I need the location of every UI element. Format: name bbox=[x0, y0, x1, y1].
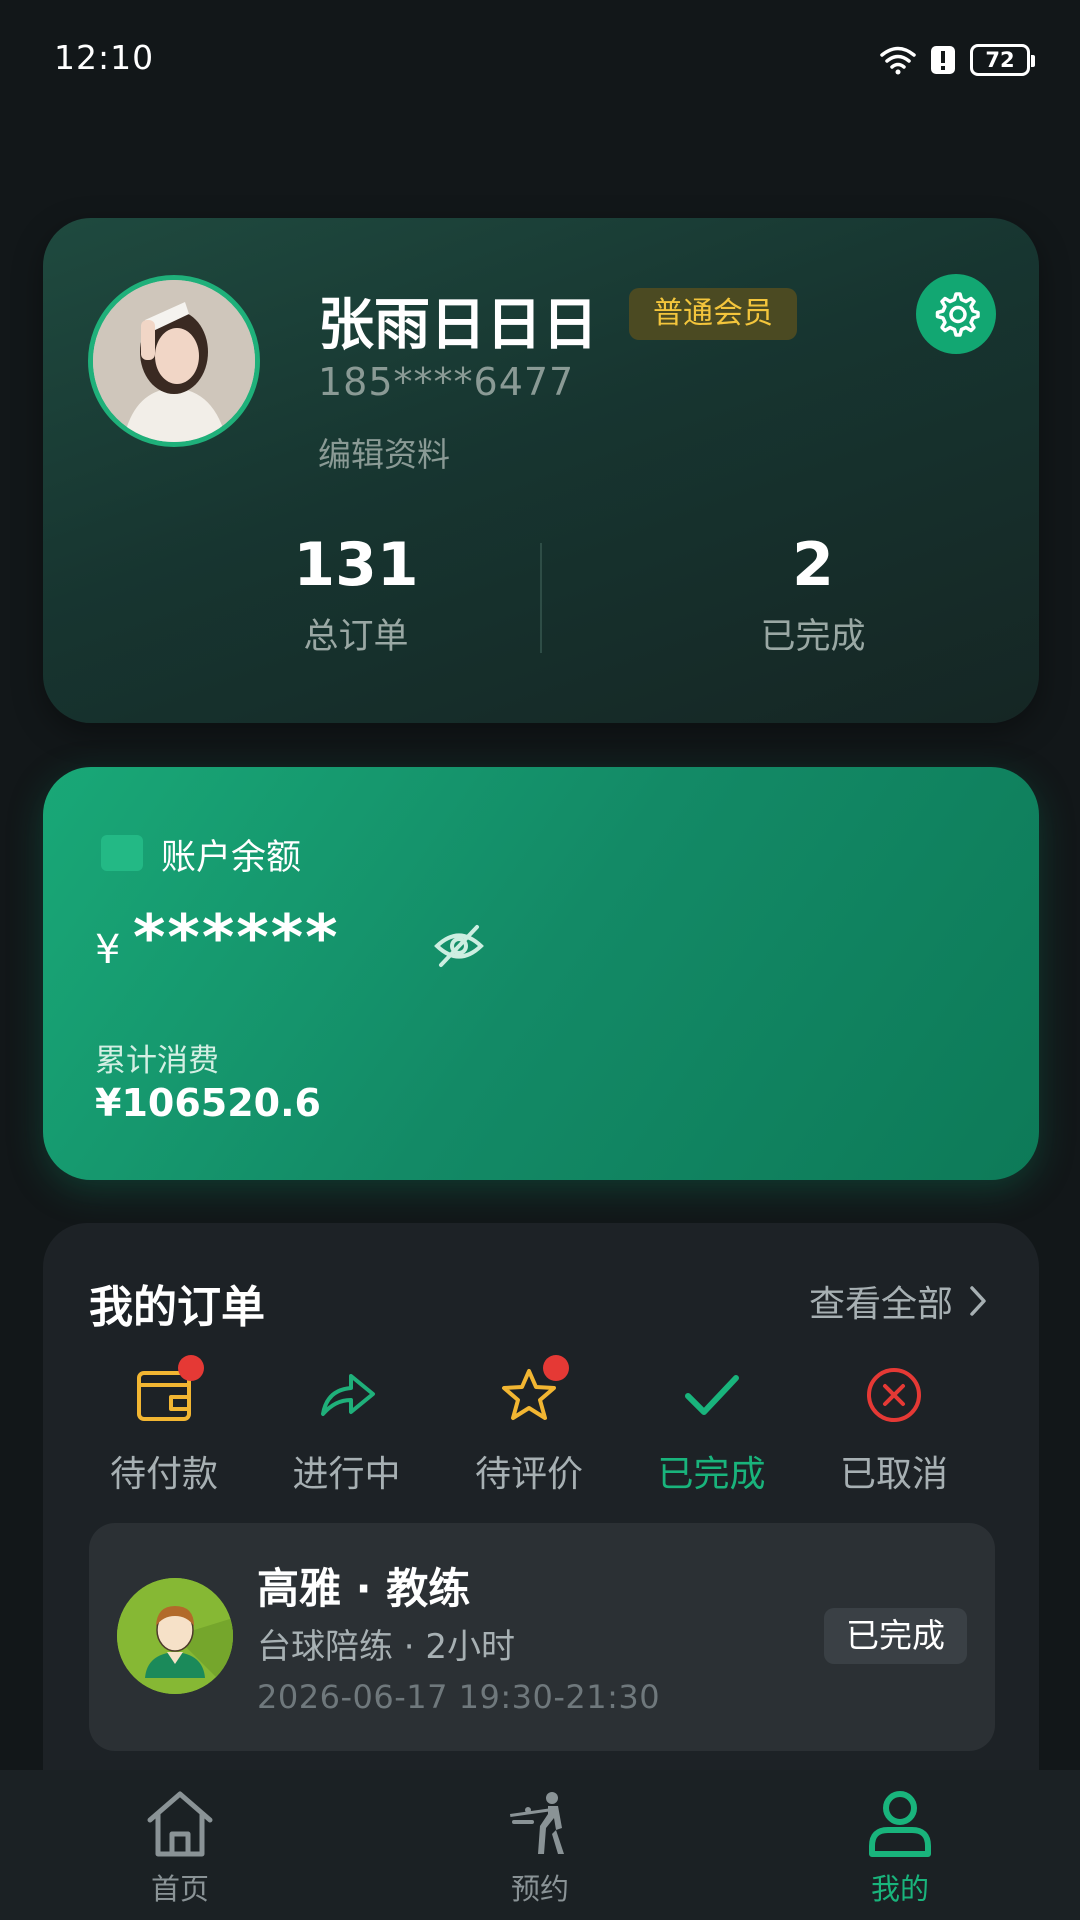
stat-value: 2 bbox=[792, 530, 834, 600]
status-icons: 72 bbox=[880, 40, 1035, 80]
coach-name: 高雅 · 教练 bbox=[257, 1564, 471, 1613]
spend-value: ¥106520.6 bbox=[95, 1081, 321, 1125]
nav-item-home[interactable]: 首页 bbox=[0, 1770, 360, 1920]
tab-label: 待评价 bbox=[474, 1454, 583, 1495]
alert-icon bbox=[930, 45, 956, 75]
profile-screen: 12:10 72 张雨日日日 普通会员 185****6477 编辑资料 131… bbox=[0, 0, 1080, 1920]
wallet-icon bbox=[101, 835, 143, 871]
nav-label: 首页 bbox=[150, 1872, 209, 1906]
member-badge: 普通会员 bbox=[629, 288, 797, 340]
tab-label: 已完成 bbox=[657, 1454, 766, 1495]
status-bar: 12:10 72 bbox=[0, 0, 1080, 118]
user-phone: 185****6477 bbox=[318, 360, 575, 404]
currency-symbol: ¥ bbox=[95, 927, 121, 973]
nav-label: 我的 bbox=[870, 1872, 929, 1906]
wallet-icon bbox=[132, 1355, 204, 1427]
order-item[interactable]: 高雅 · 教练 台球陪练 · 2小时 2026-06-17 19:30-21:3… bbox=[89, 1523, 995, 1751]
balance-label: 账户余额 bbox=[161, 838, 302, 878]
user-name: 张雨日日日 bbox=[318, 293, 598, 358]
order-status-badge: 已完成 bbox=[824, 1608, 967, 1664]
user-icon bbox=[869, 1791, 931, 1857]
status-time: 12:10 bbox=[54, 38, 155, 77]
battery-level: 72 bbox=[985, 48, 1015, 72]
stat-value: 131 bbox=[293, 530, 419, 600]
nav-label: 预约 bbox=[510, 1872, 569, 1906]
coach-avatar bbox=[117, 1578, 233, 1694]
nav-item-booking[interactable]: 预约 bbox=[360, 1770, 720, 1920]
balance-masked-value: ****** bbox=[133, 901, 340, 974]
balance-card[interactable]: 账户余额 ¥ ****** 累计消费 ¥106520.6 bbox=[43, 767, 1039, 1180]
check-icon bbox=[680, 1363, 744, 1427]
view-all-orders-link[interactable]: 查看全部 bbox=[809, 1275, 987, 1327]
wifi-icon bbox=[880, 45, 916, 75]
star-icon bbox=[497, 1355, 569, 1427]
orders-title: 我的订单 bbox=[89, 1282, 265, 1333]
chevron-right-icon bbox=[970, 1286, 986, 1316]
settings-button[interactable] bbox=[916, 274, 996, 354]
profile-card: 张雨日日日 普通会员 185****6477 编辑资料 131 总订单 2 已完… bbox=[43, 218, 1039, 723]
edit-profile-link[interactable]: 编辑资料 bbox=[318, 428, 450, 476]
tab-pending-payment[interactable]: 待付款 bbox=[89, 1355, 239, 1497]
share-arrow-icon bbox=[315, 1363, 379, 1427]
gear-icon bbox=[935, 292, 980, 337]
stat-total-orders[interactable]: 131 总订单 bbox=[206, 530, 506, 659]
tab-cancelled[interactable]: 已取消 bbox=[819, 1363, 969, 1497]
tab-completed[interactable]: 已完成 bbox=[637, 1363, 787, 1497]
notification-dot bbox=[178, 1355, 204, 1381]
tab-label: 进行中 bbox=[292, 1454, 401, 1495]
spend-label: 累计消费 bbox=[95, 1043, 219, 1079]
orders-section: 我的订单 查看全部 待付款 进行中 待评价 已完成 已取消 高雅 · 教练 台球… bbox=[43, 1223, 1039, 1783]
tab-label: 待付款 bbox=[109, 1454, 218, 1495]
stat-label: 总订单 bbox=[303, 617, 409, 657]
battery-icon: 72 bbox=[970, 44, 1035, 76]
tab-in-progress[interactable]: 进行中 bbox=[272, 1363, 422, 1497]
stat-label: 已完成 bbox=[760, 617, 866, 657]
order-time: 2026-06-17 19:30-21:30 bbox=[257, 1678, 661, 1716]
tab-label: 已取消 bbox=[839, 1454, 948, 1495]
tab-pending-review[interactable]: 待评价 bbox=[454, 1355, 604, 1497]
cancel-circle-icon bbox=[862, 1363, 926, 1427]
eye-off-icon[interactable] bbox=[433, 923, 485, 973]
stat-completed-orders[interactable]: 2 已完成 bbox=[663, 530, 963, 659]
billiards-icon bbox=[510, 1792, 564, 1854]
service-description: 台球陪练 · 2小时 bbox=[257, 1627, 516, 1667]
order-status-tabs: 待付款 进行中 待评价 已完成 已取消 bbox=[89, 1355, 969, 1497]
stat-divider bbox=[540, 543, 542, 653]
view-all-label: 查看全部 bbox=[808, 1284, 953, 1325]
notification-dot bbox=[543, 1355, 569, 1381]
home-icon bbox=[147, 1791, 213, 1857]
avatar[interactable] bbox=[88, 275, 260, 447]
bottom-nav: 首页 预约 我的 bbox=[0, 1770, 1080, 1920]
nav-item-mine[interactable]: 我的 bbox=[720, 1770, 1080, 1920]
